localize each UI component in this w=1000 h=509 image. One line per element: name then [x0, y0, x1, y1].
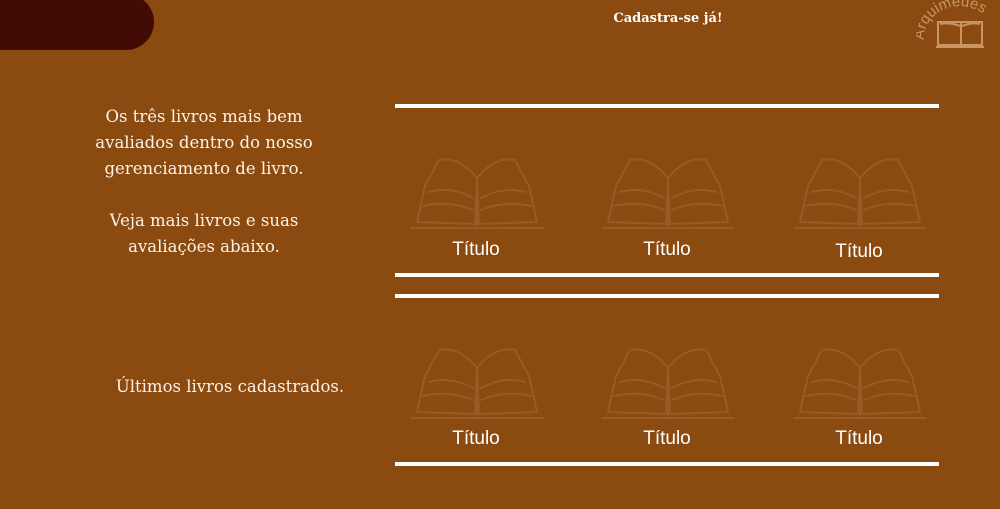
intro-text: Os três livros mais bem avaliados dentro… — [95, 107, 313, 178]
open-book-icon — [793, 158, 927, 229]
book-title: Título — [835, 241, 883, 262]
logo[interactable]: Arquimedes — [911, 0, 1000, 54]
logo-open-book-icon: Arquimedes — [911, 0, 990, 48]
latest-book-card[interactable]: Título — [592, 340, 742, 450]
book-title: Título — [452, 239, 500, 260]
top-book-card[interactable]: Título — [592, 150, 742, 260]
top-book-card[interactable]: Título — [401, 150, 551, 260]
section-divider-lower — [395, 294, 939, 298]
book-title: Título — [643, 239, 691, 260]
open-book-icon — [601, 158, 735, 229]
signup-link[interactable]: Cadastra-se já! — [580, 11, 756, 26]
top-book-card[interactable]: Título — [784, 150, 934, 262]
latest-books-heading: Últimos livros cadastrados. — [115, 377, 345, 396]
book-title: Título — [643, 428, 691, 449]
bottom-divider — [395, 462, 939, 466]
top-divider — [395, 104, 939, 108]
open-book-icon — [410, 158, 544, 229]
corner-decoration — [0, 0, 154, 50]
svg-text:Arquimedes: Arquimedes — [916, 0, 990, 40]
latest-book-card[interactable]: Título — [784, 340, 934, 450]
intro-subtext: Veja mais livros e suas avaliações abaix… — [109, 211, 299, 256]
open-book-icon — [601, 348, 735, 419]
open-book-icon — [793, 348, 927, 419]
book-title: Título — [452, 428, 500, 449]
book-title: Título — [835, 428, 883, 449]
logo-text: Arquimedes — [911, 0, 990, 40]
latest-book-card[interactable]: Título — [401, 340, 551, 450]
open-book-icon — [410, 348, 544, 419]
section-divider-upper — [395, 273, 939, 277]
